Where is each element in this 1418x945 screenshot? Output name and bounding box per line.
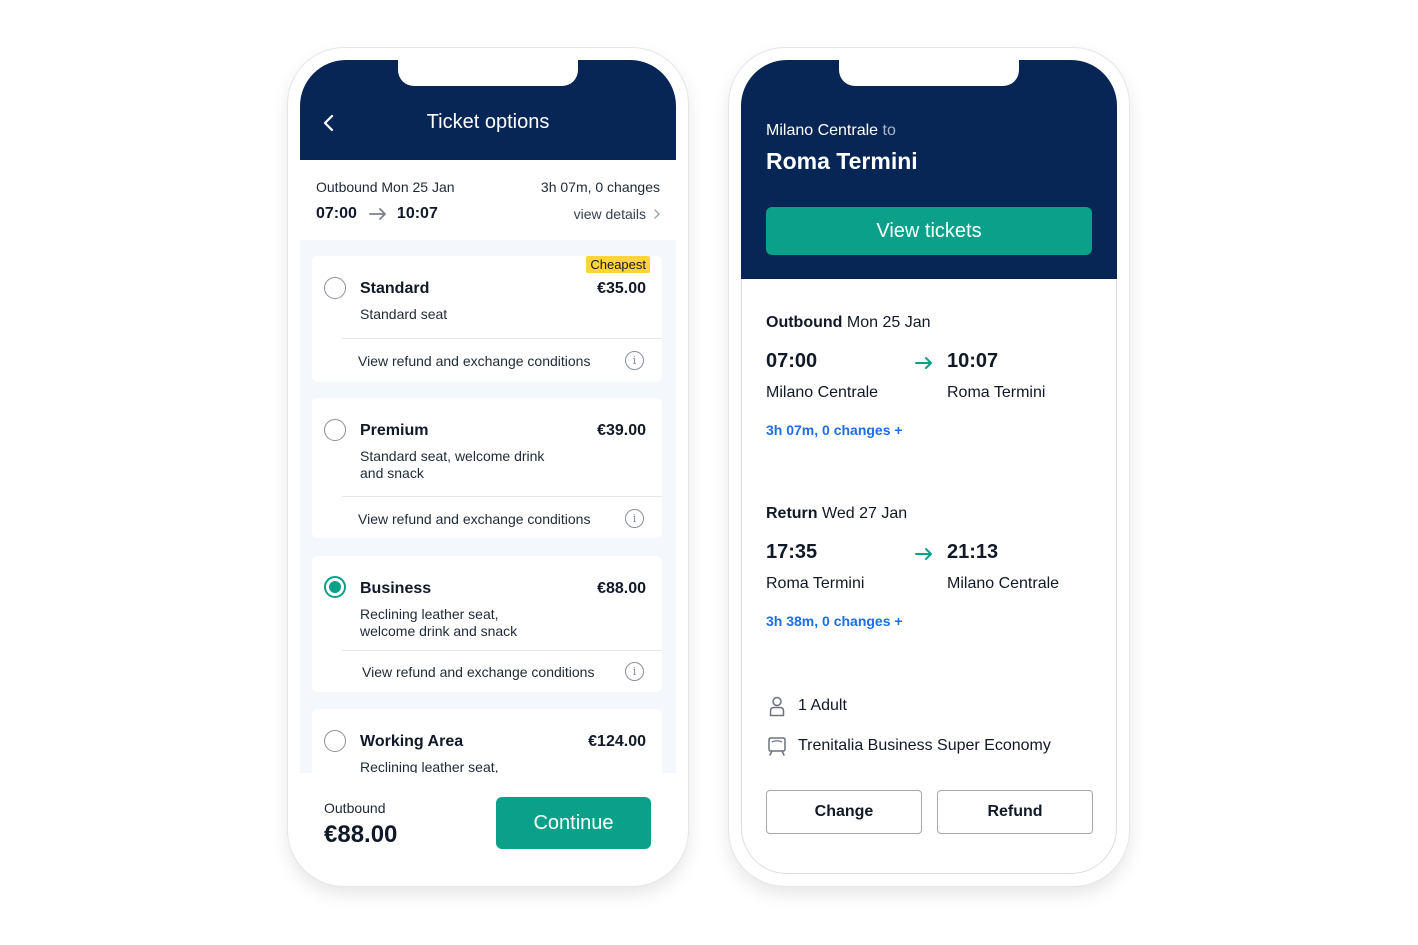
- change-button[interactable]: Change: [766, 790, 922, 834]
- ticket-option-standard[interactable]: Cheapest Standard €35.00 Standard seat V…: [312, 256, 662, 382]
- depart-time: 07:00: [316, 205, 357, 222]
- option-name: Standard: [360, 280, 430, 297]
- option-price: €88.00: [597, 580, 646, 597]
- phone-ticket-options: Ticket options Outbound Mon 25 Jan 3h 07…: [288, 48, 688, 886]
- option-price: €124.00: [588, 733, 646, 750]
- journey-duration: 3h 07m, 0 changes: [540, 179, 660, 195]
- ticket-option-business[interactable]: Business €88.00 Reclining leather seat, …: [312, 556, 662, 692]
- return-title: Return Wed 27 Jan: [766, 505, 907, 523]
- journey-times: 07:00 10:07: [316, 205, 438, 223]
- divider: [342, 338, 662, 339]
- ticket-option-premium[interactable]: Premium €39.00 Standard seat, welcome dr…: [312, 398, 662, 538]
- view-details-link[interactable]: view details: [574, 206, 660, 222]
- passengers-text: 1 Adult: [798, 697, 847, 714]
- return-label: Return: [766, 505, 818, 522]
- divider: [342, 650, 662, 651]
- page-title: Ticket options: [426, 111, 550, 133]
- return-arrive-time: 21:13: [947, 541, 999, 563]
- train-icon: [768, 737, 786, 756]
- view-details-label: view details: [573, 206, 646, 222]
- outbound-arrive-station: Roma Termini: [947, 384, 1046, 401]
- option-description: Reclining leather seat,: [360, 759, 499, 773]
- option-description: Reclining leather seat, welcome drink an…: [360, 606, 518, 639]
- radio-business-selected[interactable]: [324, 576, 346, 598]
- trip-header: Milano Centrale to Roma Termini View tic…: [741, 60, 1117, 279]
- return-summary-link[interactable]: 3h 38m, 0 changes +: [766, 613, 903, 629]
- option-description: Standard seat: [360, 306, 448, 322]
- ticket-option-working-area[interactable]: Working Area €124.00 Reclining leather s…: [312, 709, 662, 773]
- info-icon[interactable]: i: [625, 351, 644, 370]
- radio-standard[interactable]: [324, 277, 346, 299]
- view-tickets-button[interactable]: View tickets: [766, 207, 1092, 255]
- arrow-right-icon: [915, 357, 932, 369]
- option-name: Premium: [360, 422, 429, 439]
- continue-button[interactable]: Continue: [496, 797, 651, 849]
- outbound-date: Mon 25 Jan: [846, 314, 931, 331]
- refund-conditions-link[interactable]: View refund and exchange conditions: [358, 511, 590, 527]
- outbound-depart-station: Milano Centrale: [766, 384, 879, 401]
- phone-trip-details: Milano Centrale to Roma Termini View tic…: [729, 48, 1129, 886]
- screen-trip-details: Milano Centrale to Roma Termini View tic…: [741, 60, 1117, 874]
- total-price: €88.00: [324, 821, 398, 848]
- option-name: Business: [360, 580, 432, 597]
- refund-conditions-link[interactable]: View refund and exchange conditions: [358, 353, 590, 369]
- phone-notch: [398, 60, 578, 86]
- destination-station: Roma Termini: [766, 148, 918, 174]
- to-word: to: [882, 122, 896, 139]
- ticket-options-list: Cheapest Standard €35.00 Standard seat V…: [300, 240, 676, 773]
- outbound-arrive-time: 10:07: [947, 350, 999, 372]
- radio-working-area[interactable]: [324, 730, 346, 752]
- bottom-bar: Outbound €88.00 Continue: [300, 773, 676, 874]
- return-date: Wed 27 Jan: [822, 505, 908, 522]
- arrow-right-icon: [915, 548, 932, 560]
- refund-button[interactable]: Refund: [937, 790, 1093, 834]
- origin-station: Milano Centrale: [766, 122, 879, 139]
- journey-summary: Outbound Mon 25 Jan 3h 07m, 0 changes 07…: [300, 160, 676, 240]
- outbound-depart-time: 07:00: [766, 350, 818, 372]
- return-arrive-station: Milano Centrale: [947, 575, 1060, 592]
- option-price: €35.00: [597, 280, 646, 297]
- info-icon[interactable]: i: [625, 509, 644, 528]
- outbound-title: Outbound Mon 25 Jan: [766, 314, 930, 332]
- phone-notch: [839, 60, 1019, 86]
- person-icon: [769, 696, 785, 717]
- option-description: Standard seat, welcome drink and snack: [360, 448, 545, 481]
- cheapest-badge: Cheapest: [586, 256, 650, 273]
- divider: [342, 496, 662, 497]
- screen-ticket-options: Ticket options Outbound Mon 25 Jan 3h 07…: [300, 60, 676, 874]
- return-depart-station: Roma Termini: [766, 575, 865, 592]
- option-name: Working Area: [360, 733, 464, 750]
- option-price: €39.00: [597, 422, 646, 439]
- journey-date: Outbound Mon 25 Jan: [316, 179, 455, 195]
- radio-premium[interactable]: [324, 419, 346, 441]
- fare-text: Trenitalia Business Super Economy: [798, 737, 1051, 754]
- outbound-label: Outbound: [766, 314, 843, 331]
- arrow-right-icon: [369, 208, 386, 220]
- outbound-summary-link[interactable]: 3h 07m, 0 changes +: [766, 422, 903, 438]
- arrive-time: 10:07: [396, 205, 438, 222]
- return-depart-time: 17:35: [766, 541, 818, 563]
- total-label: Outbound: [324, 800, 386, 816]
- chevron-right-icon: [654, 209, 660, 219]
- origin-line: Milano Centrale to: [766, 122, 896, 140]
- refund-conditions-link[interactable]: View refund and exchange conditions: [362, 664, 594, 680]
- info-icon[interactable]: i: [625, 662, 644, 681]
